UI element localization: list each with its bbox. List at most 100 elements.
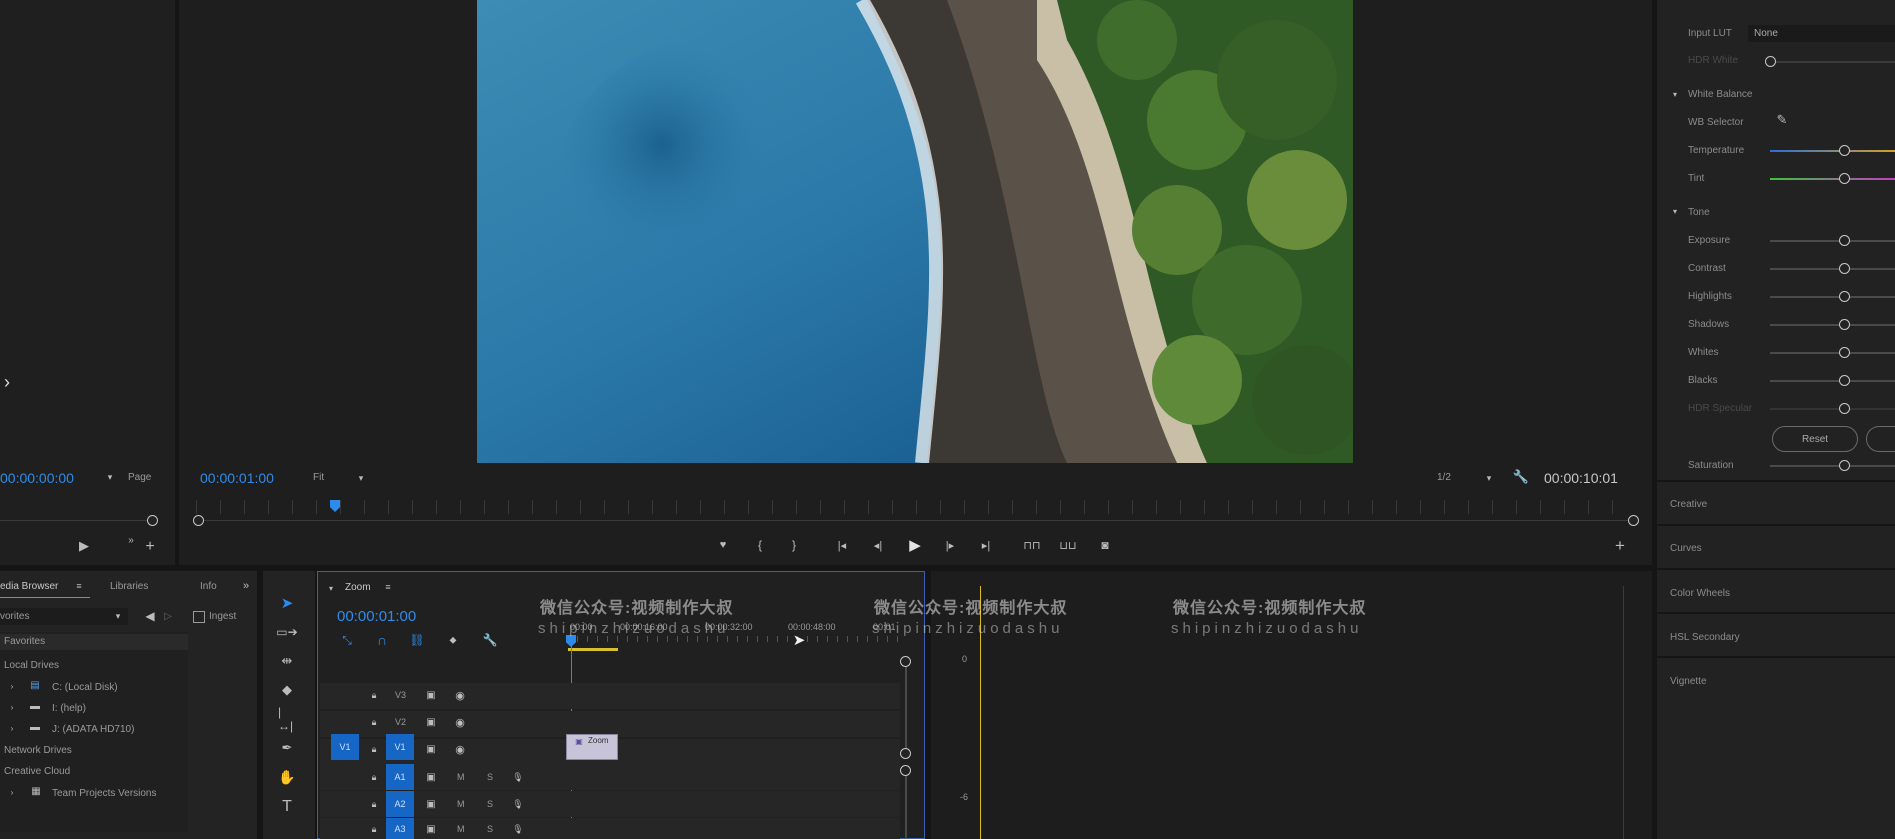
tint-slider[interactable]	[1770, 178, 1895, 180]
blacks-knob[interactable]	[1839, 375, 1850, 386]
type-tool-icon[interactable]: T	[278, 798, 296, 816]
more-panels-icon[interactable]: »	[240, 579, 252, 593]
chevron-down-icon[interactable]: ▾	[1670, 205, 1680, 217]
mic-icon[interactable]: 🎙︎	[512, 770, 524, 784]
track-target-a2[interactable]: A2	[386, 791, 414, 817]
export-frame-camera-icon[interactable]: ◙	[1097, 538, 1113, 552]
hand-tool-icon[interactable]: ✋	[278, 768, 296, 786]
program-time-ruler[interactable]	[196, 500, 1636, 514]
sequence-tab[interactable]: Zoom	[345, 582, 371, 593]
sync-lock-icon[interactable]: ▣	[424, 715, 438, 729]
scroll-knob[interactable]	[900, 765, 911, 776]
sync-lock-icon[interactable]: ▣	[424, 822, 438, 836]
eyedropper-icon[interactable]: ✎	[1774, 112, 1790, 128]
lock-icon[interactable]: 🔒︎	[368, 797, 380, 811]
sync-lock-icon[interactable]: ▣	[424, 688, 438, 702]
source-patch-v1[interactable]: V1	[331, 734, 359, 760]
exposure-knob[interactable]	[1839, 235, 1850, 246]
solo-button[interactable]: S	[487, 799, 493, 809]
scroll-knob[interactable]	[900, 748, 911, 759]
tone-label[interactable]: Tone	[1688, 207, 1710, 218]
back-arrow-icon[interactable]: ◀	[143, 609, 157, 623]
saturation-slider[interactable]	[1770, 465, 1895, 467]
whites-knob[interactable]	[1839, 347, 1850, 358]
ripple-edit-tool-icon[interactable]: ⇹	[278, 653, 296, 669]
sync-lock-icon[interactable]: ▣	[424, 742, 438, 756]
track-target-v1[interactable]: V1	[386, 734, 414, 760]
source-timecode[interactable]: 00:00:00:00	[0, 470, 74, 486]
temperature-slider[interactable]	[1770, 150, 1895, 152]
mic-icon[interactable]: 🎙︎	[512, 822, 524, 836]
razor-tool-icon[interactable]: ◆	[278, 682, 296, 698]
program-scrub-start[interactable]	[193, 515, 204, 526]
lock-icon[interactable]: 🔒︎	[368, 770, 380, 784]
reset-button[interactable]: Reset	[1772, 426, 1858, 452]
panel-menu-icon[interactable]: ≡	[383, 581, 393, 593]
dropdown-arrow-icon[interactable]: ▾	[113, 610, 123, 622]
section-vignette[interactable]: Vignette	[1670, 676, 1707, 687]
timeline-timecode[interactable]: 00:00:01:00	[337, 608, 416, 625]
highlights-slider[interactable]	[1770, 296, 1895, 298]
track-target-a3[interactable]: A3	[386, 818, 414, 839]
video-track-scrollbar[interactable]	[905, 660, 907, 754]
fit-dropdown[interactable]: Fit	[313, 472, 324, 483]
section-creative[interactable]: Creative	[1670, 499, 1707, 510]
exposure-slider[interactable]	[1770, 240, 1895, 242]
mark-out-icon[interactable]: }	[788, 538, 800, 552]
section-hsl-secondary[interactable]: HSL Secondary	[1670, 632, 1740, 643]
lock-icon[interactable]: 🔒︎	[368, 715, 380, 729]
fit-dropdown-arrow-icon[interactable]: ▾	[356, 472, 366, 484]
mute-button[interactable]: M	[457, 772, 465, 782]
contrast-slider[interactable]	[1770, 268, 1895, 270]
blacks-slider[interactable]	[1770, 380, 1895, 382]
program-scrub-bar[interactable]	[196, 520, 1636, 521]
audio-track-scrollbar[interactable]	[905, 770, 907, 839]
go-to-in-icon[interactable]: |◂	[834, 538, 850, 552]
hdr-specular-knob[interactable]	[1839, 403, 1850, 414]
tree-team-projects[interactable]: Team Projects Versions	[52, 788, 157, 799]
collapse-icon[interactable]: ▾	[326, 582, 336, 594]
shadows-knob[interactable]	[1839, 319, 1850, 330]
section-color-wheels[interactable]: Color Wheels	[1670, 588, 1730, 599]
resolution-dropdown[interactable]: 1/2	[1437, 472, 1451, 483]
eye-icon[interactable]: ◉	[453, 688, 467, 702]
ingest-checkbox[interactable]	[193, 611, 205, 623]
fast-forward-icon[interactable]: »	[124, 534, 138, 546]
shadows-slider[interactable]	[1770, 324, 1895, 326]
sync-lock-icon[interactable]: ▣	[424, 770, 438, 784]
add-button-icon[interactable]: +	[143, 538, 157, 555]
tab-libraries[interactable]: Libraries	[110, 581, 148, 592]
step-forward-icon[interactable]: |▸	[942, 538, 958, 552]
highlights-knob[interactable]	[1839, 291, 1850, 302]
add-marker-icon[interactable]: ♥	[716, 538, 730, 552]
tree-favorites[interactable]: Favorites	[4, 636, 45, 647]
section-curves[interactable]: Curves	[1670, 543, 1702, 554]
source-scrub-bar[interactable]	[0, 520, 150, 521]
play-icon[interactable]: ▶	[76, 538, 92, 554]
wrench-icon[interactable]: 🔧	[1513, 469, 1529, 485]
program-timecode-left[interactable]: 00:00:01:00	[200, 470, 274, 486]
slip-tool-icon[interactable]: |↔|	[278, 705, 296, 733]
track-select-tool-icon[interactable]: ▭➔	[276, 624, 297, 640]
tree-drive-i[interactable]: I: (help)	[52, 703, 86, 714]
white-balance-label[interactable]: White Balance	[1688, 89, 1752, 100]
auto-button[interactable]	[1866, 426, 1895, 452]
resolution-dropdown-arrow-icon[interactable]: ▾	[1484, 472, 1494, 484]
expand-arrow-icon[interactable]: ›	[8, 701, 16, 713]
tint-knob[interactable]	[1839, 173, 1850, 184]
step-back-icon[interactable]: ◂|	[870, 538, 886, 552]
panel-menu-icon[interactable]: ≡	[74, 580, 84, 592]
solo-button[interactable]: S	[487, 772, 493, 782]
lock-icon[interactable]: 🔒︎	[368, 822, 380, 836]
program-scrub-end[interactable]	[1628, 515, 1639, 526]
tree-network-drives[interactable]: Network Drives	[4, 745, 72, 756]
lock-icon[interactable]: 🔒︎	[368, 688, 380, 702]
add-marker-icon[interactable]: ⬥	[446, 633, 460, 647]
lock-icon[interactable]: 🔒︎	[368, 742, 380, 756]
scroll-knob[interactable]	[900, 656, 911, 667]
mark-in-icon[interactable]: {	[754, 538, 766, 552]
go-to-out-icon[interactable]: ▸|	[978, 538, 994, 552]
solo-button[interactable]: S	[487, 824, 493, 834]
track-target-a1[interactable]: A1	[386, 764, 414, 790]
hdr-specular-slider[interactable]	[1770, 408, 1895, 410]
